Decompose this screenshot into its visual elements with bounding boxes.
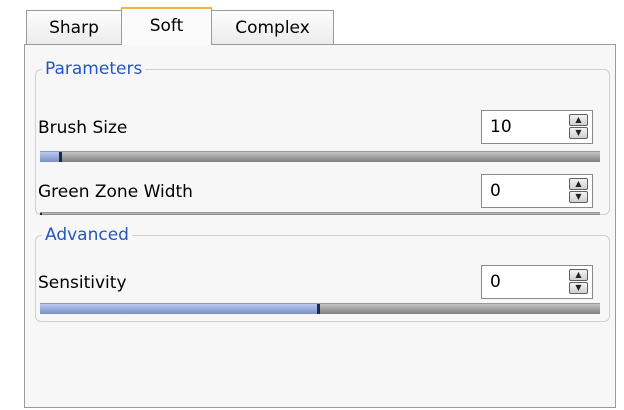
spin-up-icon[interactable]: ▲ bbox=[569, 178, 588, 190]
spin-up-icon[interactable]: ▲ bbox=[569, 269, 588, 281]
spin-down-icon[interactable]: ▼ bbox=[569, 191, 588, 203]
brush-size-slider-fill[interactable] bbox=[40, 152, 62, 162]
brush-size-spin-buttons: ▲ ▼ bbox=[569, 114, 588, 140]
sensitivity-value[interactable]: 0 bbox=[490, 266, 501, 298]
sensitivity-spinbox[interactable]: 0 ▲ ▼ bbox=[481, 265, 593, 299]
parameters-group-title: Parameters bbox=[42, 58, 146, 80]
green-zone-width-spinbox[interactable]: 0 ▲ ▼ bbox=[481, 174, 593, 208]
parameters-group: Parameters Brush Size 10 ▲ ▼ Green Zone … bbox=[35, 58, 610, 215]
soft-settings-window: Sharp Soft Complex Parameters Brush Size… bbox=[0, 0, 624, 410]
tab-soft-label: Soft bbox=[149, 16, 184, 36]
green-zone-width-slider[interactable] bbox=[40, 212, 600, 215]
sensitivity-slider[interactable] bbox=[40, 303, 600, 314]
brush-size-slider[interactable] bbox=[40, 151, 600, 162]
brush-size-label: Brush Size bbox=[38, 118, 128, 138]
brush-size-spinbox[interactable]: 10 ▲ ▼ bbox=[481, 110, 593, 144]
advanced-group-title: Advanced bbox=[42, 224, 132, 246]
green-zone-width-label: Green Zone Width bbox=[38, 182, 193, 202]
sensitivity-slider-fill[interactable] bbox=[40, 304, 320, 314]
green-zone-width-value[interactable]: 0 bbox=[490, 175, 501, 207]
sensitivity-spin-buttons: ▲ ▼ bbox=[569, 269, 588, 295]
tab-panel: Parameters Brush Size 10 ▲ ▼ Green Zone … bbox=[24, 44, 616, 408]
advanced-group: Advanced Sensitivity 0 ▲ ▼ bbox=[35, 224, 610, 322]
tab-soft[interactable]: Soft bbox=[121, 7, 212, 45]
spin-up-icon[interactable]: ▲ bbox=[569, 114, 588, 126]
tab-complex[interactable]: Complex bbox=[211, 10, 334, 44]
sensitivity-label: Sensitivity bbox=[38, 273, 127, 293]
green-zone-width-slider-fill[interactable] bbox=[40, 213, 42, 215]
spin-down-icon[interactable]: ▼ bbox=[569, 282, 588, 294]
green-zone-width-spin-buttons: ▲ ▼ bbox=[569, 178, 588, 204]
tab-sharp[interactable]: Sharp bbox=[26, 10, 122, 44]
tab-sharp-label: Sharp bbox=[49, 18, 99, 38]
brush-size-value[interactable]: 10 bbox=[490, 111, 512, 143]
tab-complex-label: Complex bbox=[235, 18, 310, 38]
spin-down-icon[interactable]: ▼ bbox=[569, 127, 588, 139]
